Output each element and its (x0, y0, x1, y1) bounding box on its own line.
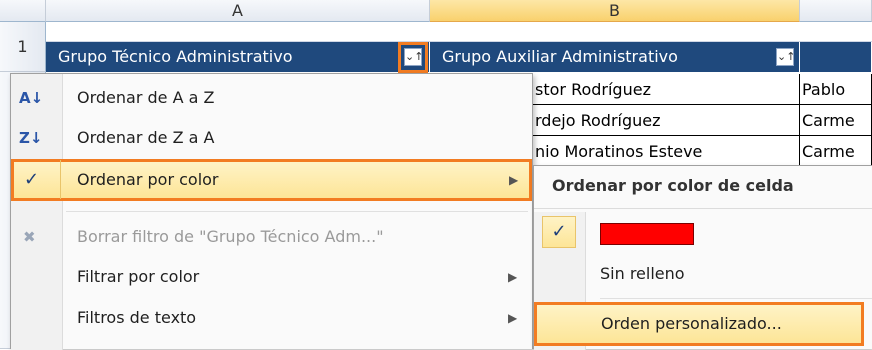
menu-item-clear-filter[interactable]: ✖ Borrar filtro de "Grupo Técnico Adm...… (11, 217, 532, 257)
submenu-arrow-icon: ▶ (508, 270, 518, 284)
column-header-a[interactable]: A (46, 0, 430, 22)
submenu-separator (600, 298, 872, 299)
menu-item-filter-by-color[interactable]: Filtrar por color ▶ (11, 257, 532, 297)
row1-top-band (46, 22, 872, 42)
header-cell-b[interactable]: Grupo Auxiliar Administrativo (430, 42, 800, 72)
menu-item-sort-az[interactable]: A↓ Ordenar de A a Z (11, 78, 532, 118)
submenu-header: Ordenar por color de celda (552, 176, 794, 195)
red-color-swatch (600, 223, 694, 245)
submenu-item-custom-sort[interactable]: Orden personalizado... (534, 302, 864, 346)
sort-az-icon: A↓ (19, 89, 44, 107)
submenu-header-separator (534, 208, 872, 209)
menu-item-label: Ordenar por color (77, 170, 219, 189)
menu-item-text-filters[interactable]: Filtros de texto ▶ (11, 298, 532, 338)
menu-item-label: Filtrar por color (77, 267, 200, 286)
column-header-b[interactable]: B (430, 0, 800, 22)
submenu-item-red-swatch[interactable]: ✓ (534, 213, 872, 253)
menu-item-sort-za[interactable]: Z↓ Ordenar de Z a A (11, 118, 532, 158)
menu-separator (66, 211, 528, 212)
submenu-arrow-icon: ▶ (509, 173, 519, 187)
menu-item-label: Borrar filtro de "Grupo Técnico Adm..." (77, 227, 384, 246)
menu-item-sort-by-color[interactable]: ✓ Ordenar por color ▶ (11, 159, 532, 201)
menu-gutter-separator (12, 160, 61, 199)
column-header-c[interactable] (800, 0, 872, 22)
sort-za-icon: Z↓ (19, 129, 43, 147)
clear-filter-icon: ✖ (23, 228, 36, 246)
select-all-corner[interactable] (0, 0, 46, 22)
checkmark-icon: ✓ (551, 221, 567, 242)
cell-c4[interactable]: Carme (800, 136, 872, 167)
menu-item-label: Ordenar de A a Z (77, 88, 215, 107)
menu-item-label: Ordenar de Z a A (77, 128, 215, 147)
filter-dropdown-a-highlight (398, 42, 428, 73)
cell-b2[interactable]: stor Rodríguez (533, 74, 800, 105)
submenu-item-label: Sin relleno (600, 264, 685, 283)
header-cell-b-text: Grupo Auxiliar Administrativo (442, 47, 678, 66)
menu-item-label: Filtros de texto (77, 308, 197, 327)
submenu-item-no-fill[interactable]: Sin relleno (534, 254, 872, 294)
checkmark-box: ✓ (542, 216, 576, 248)
cell-c3[interactable]: Carme (800, 105, 872, 136)
header-cell-a[interactable]: Grupo Técnico Administrativo (46, 42, 430, 72)
cell-b3[interactable]: rdejo Rodríguez (533, 105, 800, 136)
header-cell-a-text: Grupo Técnico Administrativo (58, 47, 293, 66)
submenu-item-label: Orden personalizado... (601, 314, 782, 333)
submenu-arrow-icon: ▶ (508, 311, 518, 325)
row-header-1[interactable]: 1 (0, 22, 46, 72)
cell-c2[interactable]: Pablo (800, 74, 872, 105)
cell-b4[interactable]: nio Moratinos Esteve (533, 136, 800, 167)
filter-dropdown-b[interactable]: ⌄↑ (776, 48, 795, 66)
header-cell-c[interactable] (800, 42, 872, 72)
